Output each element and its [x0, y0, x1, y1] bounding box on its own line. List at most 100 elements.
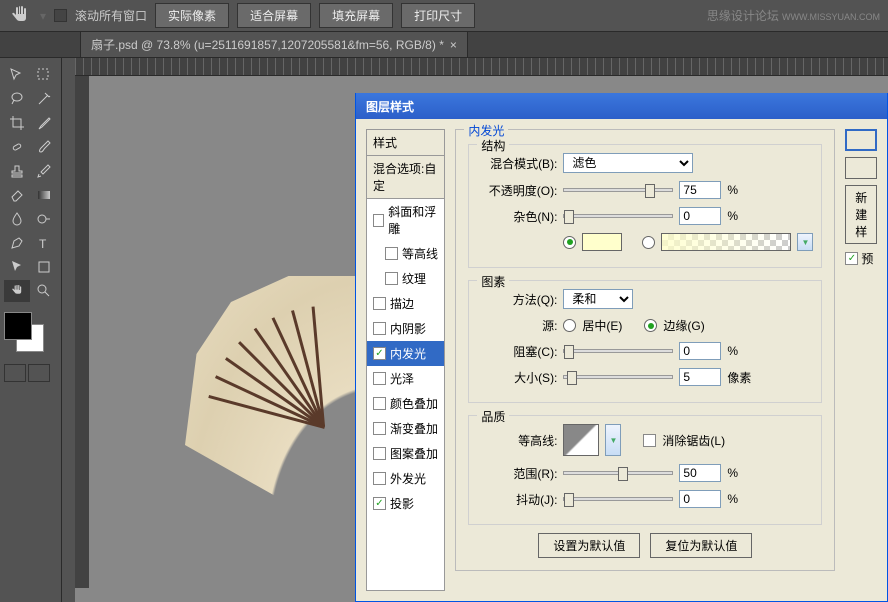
contour-picker[interactable] — [563, 424, 599, 456]
color-radio[interactable] — [563, 236, 576, 249]
choke-label: 阻塞(C): — [477, 343, 557, 360]
dodge-tool[interactable] — [32, 208, 58, 230]
technique-select[interactable]: 柔和 — [563, 289, 633, 309]
hand-tool[interactable] — [4, 280, 30, 302]
eyedropper-tool[interactable] — [32, 112, 58, 134]
scroll-all-checkbox[interactable] — [54, 9, 67, 22]
style-checkbox[interactable]: ✓ — [373, 497, 386, 510]
style-item[interactable]: 颜色叠加 — [367, 391, 444, 416]
jitter-input[interactable] — [679, 490, 721, 508]
style-checkbox[interactable] — [373, 447, 386, 460]
wand-tool[interactable] — [32, 88, 58, 110]
brush-tool[interactable] — [32, 136, 58, 158]
foreground-color-swatch[interactable] — [4, 312, 32, 340]
reset-default-button[interactable]: 复位为默认值 — [650, 533, 752, 558]
style-label: 光泽 — [390, 370, 414, 387]
style-item[interactable]: 纹理 — [367, 266, 444, 291]
style-item[interactable]: 等高线 — [367, 241, 444, 266]
style-item[interactable]: ✓内发光 — [367, 341, 444, 366]
gradient-radio[interactable] — [642, 236, 655, 249]
style-checkbox[interactable] — [373, 322, 386, 335]
color-swatches[interactable] — [4, 312, 44, 352]
glow-color-box[interactable] — [582, 233, 622, 251]
quickmask-mode-button[interactable] — [28, 364, 50, 382]
type-tool[interactable]: T — [32, 232, 58, 254]
jitter-slider[interactable] — [563, 497, 673, 501]
preview-label: 预 — [861, 250, 873, 267]
fit-screen-button[interactable]: 适合屏幕 — [237, 3, 311, 28]
noise-slider[interactable] — [563, 214, 673, 218]
blend-options-item[interactable]: 混合选项:自定 — [367, 156, 444, 199]
style-checkbox[interactable] — [385, 272, 398, 285]
preview-checkbox[interactable] — [845, 252, 858, 265]
crop-tool[interactable] — [4, 112, 30, 134]
styles-header[interactable]: 样式 — [367, 130, 444, 156]
watermark: 思缘设计论坛 WWW.MISSYUAN.COM — [707, 7, 880, 24]
opacity-label: 不透明度(O): — [477, 182, 557, 199]
gradient-tool[interactable] — [32, 184, 58, 206]
print-size-button[interactable]: 打印尺寸 — [401, 3, 475, 28]
new-style-button[interactable]: 新建样 — [845, 185, 877, 244]
style-label: 纹理 — [402, 270, 426, 287]
style-item[interactable]: 内阴影 — [367, 316, 444, 341]
style-checkbox[interactable] — [373, 297, 386, 310]
eraser-tool[interactable] — [4, 184, 30, 206]
standard-mode-button[interactable] — [4, 364, 26, 382]
blend-mode-select[interactable]: 滤色 — [563, 153, 693, 173]
gradient-dropdown-icon[interactable]: ▼ — [797, 233, 813, 251]
glow-gradient-box[interactable] — [661, 233, 791, 251]
style-item[interactable]: 斜面和浮雕 — [367, 199, 444, 241]
style-item[interactable]: 光泽 — [367, 366, 444, 391]
style-checkbox[interactable] — [373, 472, 386, 485]
path-select-tool[interactable] — [4, 256, 30, 278]
document-tab[interactable]: 扇子.psd @ 73.8% (u=2511691857,1207205581&… — [80, 31, 468, 57]
style-checkbox[interactable] — [373, 422, 386, 435]
style-checkbox[interactable] — [373, 372, 386, 385]
source-edge-radio[interactable] — [644, 319, 657, 332]
size-input[interactable] — [679, 368, 721, 386]
dialog-title-bar[interactable]: 图层样式 — [356, 93, 887, 119]
heal-tool[interactable] — [4, 136, 30, 158]
blur-tool[interactable] — [4, 208, 30, 230]
style-label: 斜面和浮雕 — [388, 203, 438, 237]
choke-slider[interactable] — [563, 349, 673, 353]
range-input[interactable] — [679, 464, 721, 482]
ok-button[interactable] — [845, 129, 877, 151]
set-default-button[interactable]: 设置为默认值 — [538, 533, 640, 558]
actual-pixels-button[interactable]: 实际像素 — [155, 3, 229, 28]
style-item[interactable]: 图案叠加 — [367, 441, 444, 466]
style-checkbox[interactable] — [373, 214, 384, 227]
tab-close-icon[interactable]: × — [450, 38, 457, 52]
opacity-input[interactable] — [679, 181, 721, 199]
source-center-radio[interactable] — [563, 319, 576, 332]
noise-input[interactable] — [679, 207, 721, 225]
jitter-unit: % — [727, 492, 738, 506]
antialias-checkbox[interactable] — [643, 434, 656, 447]
opacity-slider[interactable] — [563, 188, 673, 192]
structure-title: 结构 — [477, 137, 509, 154]
selection-tool[interactable] — [32, 64, 58, 86]
style-item[interactable]: 描边 — [367, 291, 444, 316]
choke-input[interactable] — [679, 342, 721, 360]
pen-tool[interactable] — [4, 232, 30, 254]
size-slider[interactable] — [563, 375, 673, 379]
zoom-tool[interactable] — [32, 280, 58, 302]
history-brush-tool[interactable] — [32, 160, 58, 182]
fill-screen-button[interactable]: 填充屏幕 — [319, 3, 393, 28]
style-label: 图案叠加 — [390, 445, 438, 462]
style-checkbox[interactable]: ✓ — [373, 347, 386, 360]
shape-tool[interactable] — [32, 256, 58, 278]
style-item[interactable]: 外发光 — [367, 466, 444, 491]
contour-dropdown-icon[interactable]: ▼ — [605, 424, 621, 456]
lasso-tool[interactable] — [4, 88, 30, 110]
range-slider[interactable] — [563, 471, 673, 475]
size-unit: 像素 — [727, 369, 751, 386]
style-checkbox[interactable] — [373, 397, 386, 410]
cancel-button[interactable] — [845, 157, 877, 179]
svg-text:T: T — [39, 237, 47, 251]
style-item[interactable]: 渐变叠加 — [367, 416, 444, 441]
style-checkbox[interactable] — [385, 247, 398, 260]
stamp-tool[interactable] — [4, 160, 30, 182]
style-item[interactable]: ✓投影 — [367, 491, 444, 516]
move-tool[interactable] — [4, 64, 30, 86]
